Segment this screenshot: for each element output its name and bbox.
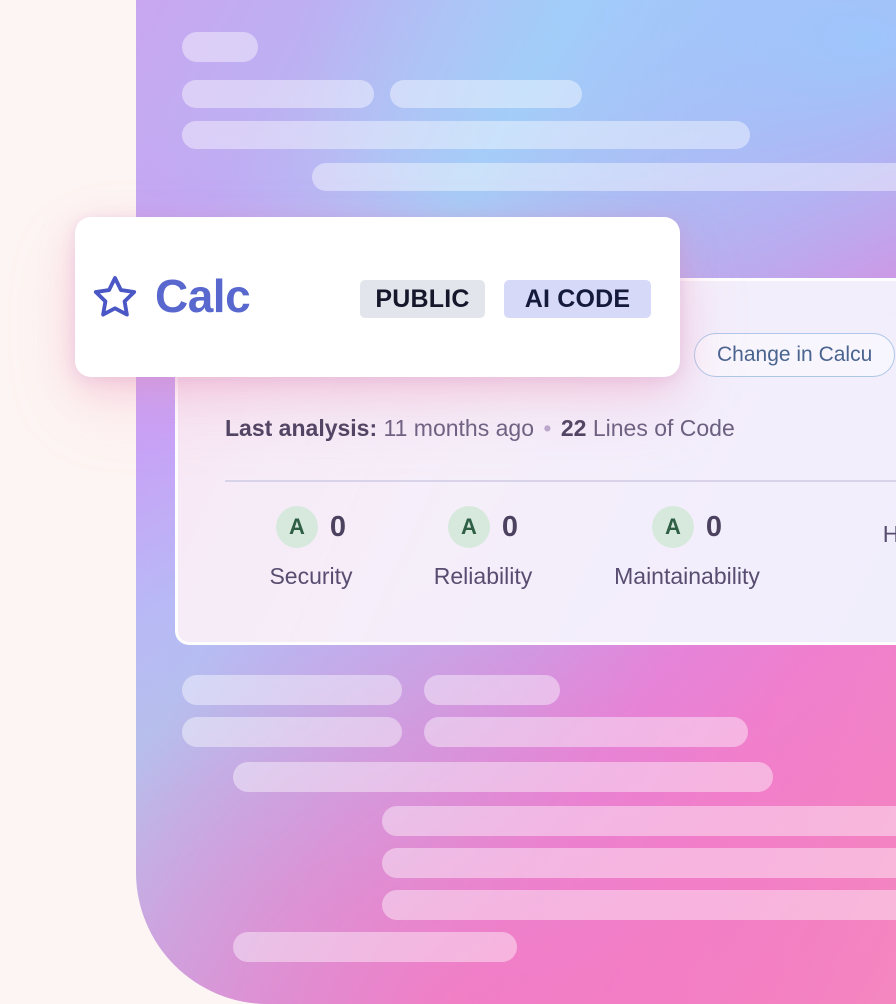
skeleton-bar: [182, 80, 374, 108]
skeleton-bar: [390, 80, 582, 108]
ai-code-badge: AI CODE: [504, 280, 651, 318]
last-analysis-label: Last analysis:: [225, 415, 378, 441]
metric-label: H: [883, 521, 896, 548]
metrics-row: A 0 Security A 0 Reliability A 0 Maintai…: [225, 506, 896, 590]
metric-security[interactable]: A 0 Security: [225, 506, 397, 590]
grade-badge: A: [447, 506, 490, 548]
grade-badge: A: [275, 506, 318, 548]
screenshot-stage: Change in Calcu Last analysis: 11 months…: [0, 0, 896, 1004]
metric-reliability[interactable]: A 0 Reliability: [397, 506, 569, 590]
last-analysis-time: 11 months ago: [383, 415, 534, 441]
last-analysis-info: Last analysis: 11 months ago • 22 Lines …: [225, 415, 735, 442]
visibility-badge: PUBLIC: [360, 280, 485, 318]
skeleton-bar: [182, 675, 402, 705]
metric-top: A 0: [275, 506, 347, 548]
metric-top: A 0: [651, 506, 723, 548]
section-divider: [225, 480, 896, 482]
skeleton-bar: [312, 163, 896, 191]
skeleton-bar: [382, 890, 896, 920]
metric-top: A 0: [447, 506, 519, 548]
metric-label: Maintainability: [614, 563, 760, 589]
skeleton-bar: [382, 848, 896, 878]
skeleton-bar: [424, 675, 560, 705]
skeleton-bar: [424, 717, 748, 747]
skeleton-bar: [182, 121, 750, 149]
metric-hotspots-clipped[interactable]: H: [805, 506, 896, 590]
metric-label: Security: [269, 563, 353, 589]
info-separator: •: [543, 415, 552, 441]
page-title: Calc: [155, 270, 251, 322]
metric-value: 0: [705, 510, 723, 543]
lines-of-code-value: 22: [560, 415, 587, 441]
metric-label: Reliability: [433, 563, 533, 589]
metric-value: 0: [329, 510, 347, 543]
skeleton-bar: [233, 932, 517, 962]
skeleton-bar: [233, 762, 773, 792]
skeleton-bar: [182, 32, 258, 62]
star-outline-icon[interactable]: [92, 273, 138, 319]
branch-selector-label: Change in Calcu: [717, 343, 873, 366]
lines-of-code-label: Lines of Code: [592, 415, 735, 441]
skeleton-bar: [182, 717, 402, 747]
metric-value: 0: [501, 510, 519, 543]
grade-badge: A: [651, 506, 694, 548]
skeleton-bar: [382, 806, 896, 836]
branch-selector-button[interactable]: Change in Calcu: [694, 333, 896, 377]
metric-maintainability[interactable]: A 0 Maintainability: [569, 506, 805, 590]
